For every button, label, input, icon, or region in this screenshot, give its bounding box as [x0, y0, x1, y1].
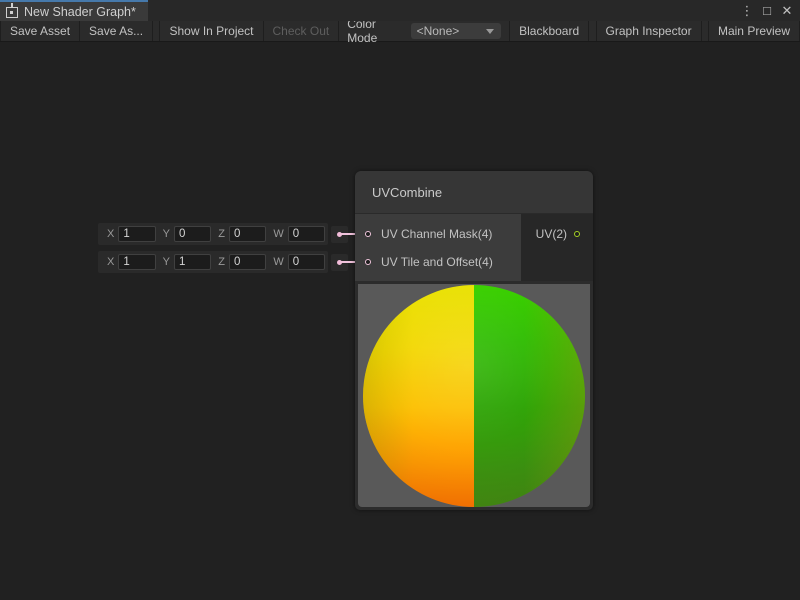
tab-bar: New Shader Graph* ⋮ □ ✕: [0, 0, 800, 21]
shader-graph-window: New Shader Graph* ⋮ □ ✕ Save Asset Save …: [0, 0, 800, 600]
preview-sphere: [363, 285, 585, 507]
vector-field-w[interactable]: 0: [288, 226, 325, 242]
field-label-y: Y: [163, 256, 170, 268]
vector-field-z[interactable]: 0: [229, 254, 266, 270]
input-port-icon[interactable]: [365, 231, 371, 237]
port-label: UV(2): [536, 227, 567, 241]
vector4-row-2: X 1 Y 1 Z 0 W 0: [98, 251, 328, 273]
shader-graph-icon: [6, 7, 18, 18]
vector-field-x[interactable]: 1: [118, 226, 155, 242]
input-port-icon[interactable]: [365, 259, 371, 265]
node-header: UVCombine: [355, 171, 593, 214]
toolbar: Save Asset Save As... Show In Project Ch…: [0, 21, 800, 42]
check-out-button[interactable]: Check Out: [264, 21, 340, 41]
field-label-z: Z: [218, 256, 225, 268]
node-preview: [358, 284, 590, 507]
show-in-project-button[interactable]: Show In Project: [159, 21, 263, 41]
node-output-ports: UV(2): [521, 214, 593, 281]
port-row: UV Channel Mask(4): [355, 220, 521, 248]
maximize-icon[interactable]: □: [759, 2, 775, 20]
graph-canvas[interactable]: X 1 Y 0 Z 0 W 0 X 1 Y 1 Z 0 W 0: [0, 42, 800, 599]
node-input-ports: UV Channel Mask(4) UV Tile and Offset(4): [355, 214, 521, 281]
vector-field-y[interactable]: 0: [174, 226, 211, 242]
port-label: UV Channel Mask(4): [381, 227, 492, 241]
vector4-row-1: X 1 Y 0 Z 0 W 0: [98, 223, 328, 245]
tab-title: New Shader Graph*: [24, 5, 136, 19]
node-title: UVCombine: [372, 185, 442, 200]
save-asset-button[interactable]: Save Asset: [0, 21, 80, 41]
port-label: UV Tile and Offset(4): [381, 255, 493, 269]
port-row: UV Tile and Offset(4): [355, 248, 521, 276]
field-label-x: X: [107, 256, 114, 268]
field-label-y: Y: [163, 228, 170, 240]
color-mode-group: Color Mode <None>: [339, 21, 509, 41]
output-port-icon[interactable]: [574, 231, 580, 237]
chevron-down-icon: [486, 29, 494, 34]
kebab-menu-icon[interactable]: ⋮: [739, 2, 755, 20]
field-label-x: X: [107, 228, 114, 240]
node-body: UV Channel Mask(4) UV Tile and Offset(4)…: [355, 214, 593, 281]
node-uvcombine[interactable]: UVCombine UV Channel Mask(4) UV Tile and…: [355, 171, 593, 510]
sphere-shading: [363, 285, 585, 507]
vector-field-w[interactable]: 0: [288, 254, 325, 270]
blackboard-button[interactable]: Blackboard: [509, 21, 589, 41]
vector-field-y[interactable]: 1: [174, 254, 211, 270]
field-label-z: Z: [218, 228, 225, 240]
tab-new-shader-graph[interactable]: New Shader Graph*: [0, 0, 148, 21]
graph-inspector-button[interactable]: Graph Inspector: [596, 21, 702, 41]
color-mode-label: Color Mode: [339, 17, 410, 45]
main-preview-button[interactable]: Main Preview: [708, 21, 800, 41]
field-label-w: W: [273, 256, 283, 268]
color-mode-value: <None>: [417, 24, 460, 38]
window-controls: ⋮ □ ✕: [739, 0, 800, 21]
vector-field-z[interactable]: 0: [229, 226, 266, 242]
color-mode-dropdown[interactable]: <None>: [411, 23, 502, 39]
save-as-button[interactable]: Save As...: [80, 21, 153, 41]
port-row: UV(2): [521, 220, 593, 248]
close-icon[interactable]: ✕: [779, 2, 795, 20]
field-label-w: W: [273, 228, 283, 240]
vector-field-x[interactable]: 1: [118, 254, 155, 270]
